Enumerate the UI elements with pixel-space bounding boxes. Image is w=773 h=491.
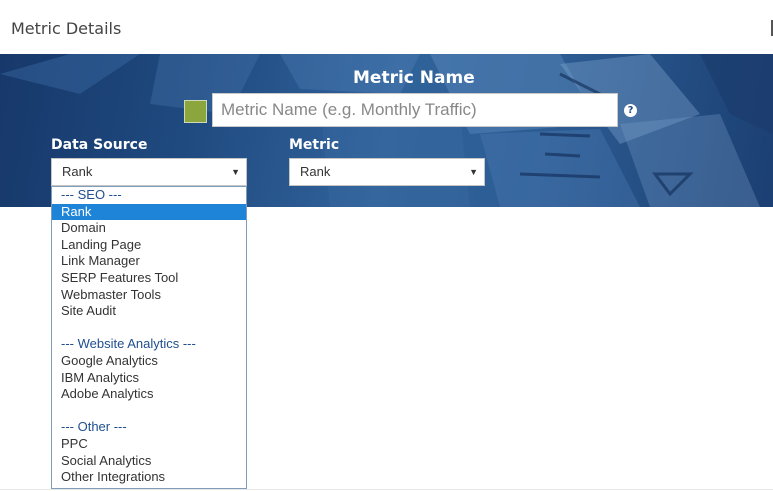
dropdown-option[interactable]: Webmaster Tools — [52, 287, 246, 304]
option-spacer — [52, 403, 246, 420]
data-source-selected-value: Rank — [62, 164, 93, 179]
option-group-header: --- Other --- — [61, 419, 127, 435]
data-source-dropdown-list[interactable]: --- SEO --- Rank Domain Landing Page Link Ma… — [51, 186, 247, 489]
data-source-options: --- SEO --- Rank Domain Landing Page Link Ma… — [52, 187, 246, 486]
option-group-header: --- Website Analytics --- — [61, 336, 196, 352]
dropdown-option[interactable]: Site Audit — [52, 303, 246, 320]
option-spacer — [52, 320, 246, 337]
metric-name-input[interactable] — [212, 93, 618, 127]
chevron-down-icon: ▼ — [469, 167, 478, 177]
data-source-select[interactable]: Rank ▼ — [51, 158, 247, 186]
metric-name-title: Metric Name — [353, 68, 475, 88]
metric-select[interactable]: Rank ▼ — [289, 158, 485, 186]
bottom-divider — [0, 489, 773, 490]
dropdown-option[interactable]: IBM Analytics — [52, 370, 246, 387]
dropdown-option[interactable]: Social Analytics — [52, 453, 246, 470]
dropdown-option[interactable]: SERP Features Tool — [52, 270, 246, 287]
question-circle-icon[interactable]: ? — [624, 104, 637, 117]
dropdown-option[interactable]: PPC — [52, 436, 246, 453]
dropdown-option[interactable]: Other Integrations — [52, 469, 246, 486]
data-source-label: Data Source — [51, 137, 148, 153]
page-header: Metric Details — [0, 0, 773, 54]
option-group-header: --- SEO --- — [61, 187, 122, 202]
dropdown-option[interactable]: Rank — [52, 203, 246, 221]
page-title: Metric Details — [11, 19, 122, 38]
dropdown-option[interactable]: Link Manager — [52, 253, 246, 270]
metric-label: Metric — [289, 137, 340, 153]
dropdown-option[interactable]: Domain — [52, 220, 246, 237]
metric-selected-value: Rank — [300, 164, 331, 179]
color-swatch[interactable] — [184, 100, 207, 123]
dropdown-option[interactable]: Landing Page — [52, 237, 246, 254]
chevron-down-icon: ▼ — [231, 167, 240, 177]
dropdown-option[interactable]: Adobe Analytics — [52, 386, 246, 403]
dropdown-option[interactable]: Google Analytics — [52, 353, 246, 370]
